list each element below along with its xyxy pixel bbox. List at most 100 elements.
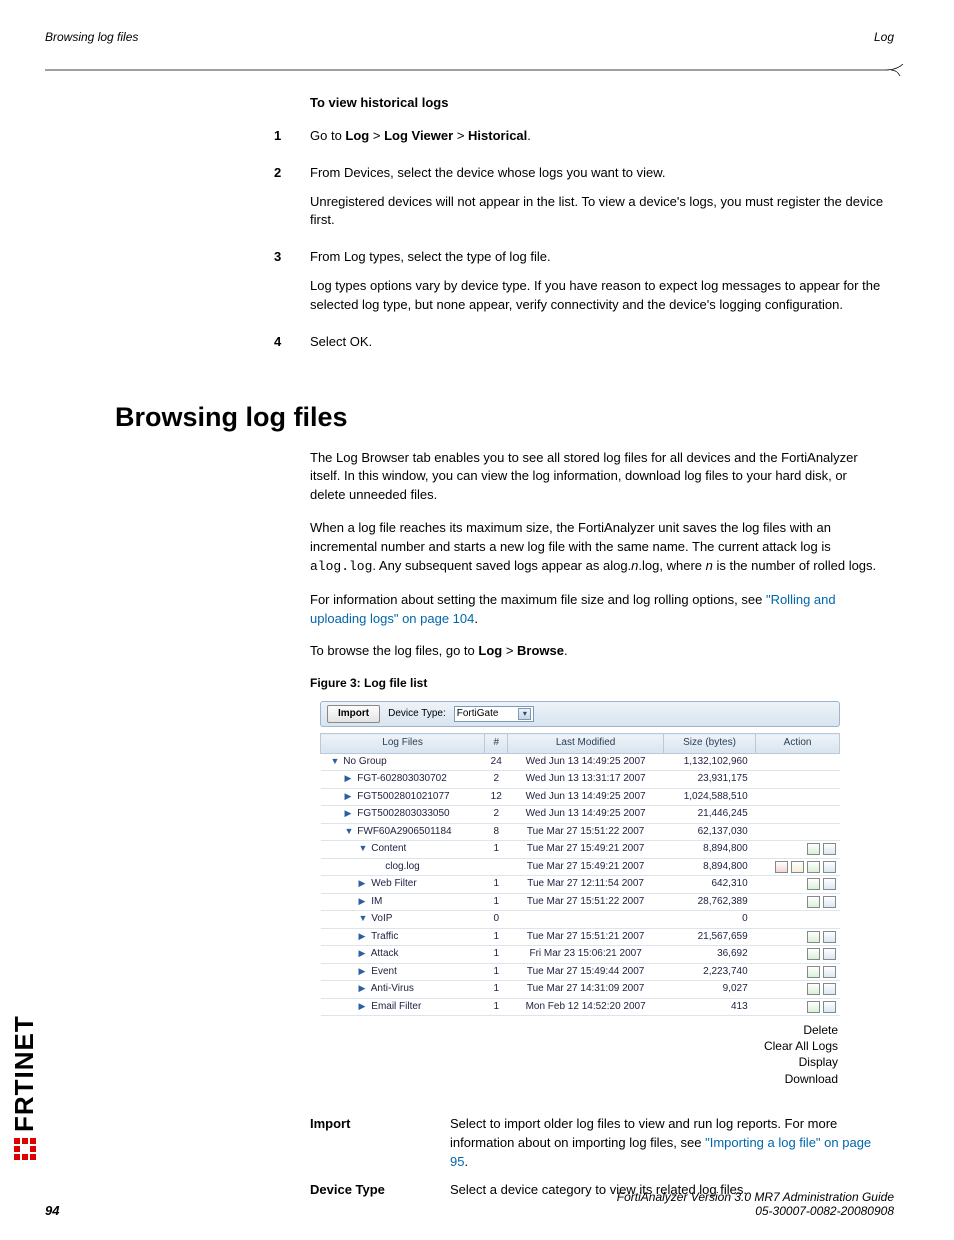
procedure-title-block: To view historical logs [310,94,884,113]
row-size: 2,223,740 [663,963,755,981]
table-row[interactable]: ▶ Traffic1Tue Mar 27 15:51:21 200721,567… [321,928,840,946]
import-button[interactable]: Import [327,705,380,724]
device-type-value: FortiGate [457,707,499,722]
step-body: Select OK. [310,333,884,362]
download-icon[interactable] [823,861,836,873]
row-actions [756,998,840,1016]
caret-right-icon[interactable]: ▶ [359,965,369,978]
row-name: FGT5002803033050 [355,808,450,819]
row-actions [756,753,840,771]
row-name: Attack [369,948,399,959]
display-icon[interactable] [807,966,820,978]
row-date [508,911,664,929]
row-count: 8 [485,823,508,841]
table-row[interactable]: ▶ IM1Tue Mar 27 15:51:22 200728,762,389 [321,893,840,911]
download-icon[interactable] [823,983,836,995]
step-body: Go to Log > Log Viewer > Historical. [310,127,884,156]
device-type-select[interactable]: FortiGate ▾ [454,706,535,722]
download-icon[interactable] [823,1001,836,1013]
download-icon[interactable] [823,966,836,978]
table-row[interactable]: ▶ FGT-6028030307022Wed Jun 13 13:31:17 2… [321,771,840,789]
column-header[interactable]: Last Modified [508,734,664,754]
row-count: 1 [485,963,508,981]
step-paragraph: Select OK. [310,333,884,352]
clear-icon[interactable] [791,861,804,873]
column-header[interactable]: Log Files [321,734,485,754]
table-row[interactable]: ▼ VoIP00 [321,911,840,929]
caret-down-icon[interactable]: ▼ [331,755,341,768]
step-number: 1 [270,127,310,156]
caret-right-icon[interactable]: ▶ [345,790,355,803]
row-size: 413 [663,998,755,1016]
row-count: 2 [485,806,508,824]
download-icon[interactable] [823,878,836,890]
display-icon[interactable] [807,1001,820,1013]
table-row[interactable]: ▶ FGT500280102107712Wed Jun 13 14:49:25 … [321,788,840,806]
caret-right-icon[interactable]: ▶ [359,877,369,890]
caret-right-icon[interactable]: ▶ [359,930,369,943]
running-header: Browsing log files Log [45,30,894,48]
row-count: 12 [485,788,508,806]
row-count: 2 [485,771,508,789]
download-icon[interactable] [823,948,836,960]
delete-icon[interactable] [775,861,788,873]
caret-down-icon[interactable]: ▼ [359,912,369,925]
row-date: Tue Mar 27 15:51:22 2007 [508,823,664,841]
table-row[interactable]: ▶ Anti-Virus1Tue Mar 27 14:31:09 20079,0… [321,981,840,999]
caret-right-icon[interactable]: ▶ [359,947,369,960]
row-date: Tue Mar 27 15:51:22 2007 [508,893,664,911]
step-paragraph: From Log types, select the type of log f… [310,248,884,267]
display-icon[interactable] [807,896,820,908]
row-name: VoIP [369,913,393,924]
caret-right-icon[interactable]: ▶ [359,982,369,995]
row-name: Web Filter [369,878,417,889]
download-icon[interactable] [823,843,836,855]
table-row[interactable]: ▶ Email Filter1Mon Feb 12 14:52:20 20074… [321,998,840,1016]
table-row[interactable]: ▶ Web Filter1Tue Mar 27 12:11:54 2007642… [321,876,840,894]
row-count [485,858,508,876]
logo-text: RTINET [9,1015,39,1115]
caret-right-icon[interactable]: ▶ [359,895,369,908]
table-row[interactable]: ▶ FGT50028030330502Wed Jun 13 14:49:25 2… [321,806,840,824]
definition-body: Select to import older log files to view… [450,1115,884,1172]
procedure-title: To view historical logs [310,94,884,113]
row-count: 24 [485,753,508,771]
table-row[interactable]: ▶ Attack1Fri Mar 23 15:06:21 200736,692 [321,946,840,964]
row-name: No Group [341,756,387,767]
display-icon[interactable] [807,843,820,855]
row-actions [756,963,840,981]
row-date: Wed Jun 13 13:31:17 2007 [508,771,664,789]
display-icon[interactable] [807,948,820,960]
download-icon[interactable] [823,931,836,943]
column-header[interactable]: # [485,734,508,754]
row-date: Tue Mar 27 15:49:21 2007 [508,841,664,859]
step-paragraph: Unregistered devices will not appear in … [310,193,884,231]
step-body: From Devices, select the device whose lo… [310,164,884,241]
table-row[interactable]: ▼ Content1Tue Mar 27 15:49:21 20078,894,… [321,841,840,859]
caret-down-icon[interactable]: ▼ [345,825,355,838]
caret-right-icon[interactable]: ▶ [345,772,355,785]
row-actions [756,771,840,789]
caret-right-icon[interactable]: ▶ [345,807,355,820]
table-row[interactable]: ▼ No Group24Wed Jun 13 14:49:25 20071,13… [321,753,840,771]
display-icon[interactable] [807,861,820,873]
caret-down-icon[interactable]: ▼ [359,842,369,855]
caret-right-icon[interactable]: ▶ [359,1000,369,1013]
display-icon[interactable] [807,983,820,995]
row-size: 0 [663,911,755,929]
row-date: Tue Mar 27 15:51:21 2007 [508,928,664,946]
row-date: Fri Mar 23 15:06:21 2007 [508,946,664,964]
download-icon[interactable] [823,896,836,908]
row-actions [756,841,840,859]
logo-mark-icon [14,1138,36,1160]
table-row[interactable]: clog.logTue Mar 27 15:49:21 20078,894,80… [321,858,840,876]
column-header[interactable]: Action [756,734,840,754]
row-date: Mon Feb 12 14:52:20 2007 [508,998,664,1016]
display-icon[interactable] [807,931,820,943]
display-icon[interactable] [807,878,820,890]
table-row[interactable]: ▶ Event1Tue Mar 27 15:49:44 20072,223,74… [321,963,840,981]
column-header[interactable]: Size (bytes) [663,734,755,754]
table-row[interactable]: ▼ FWF60A29065011848Tue Mar 27 15:51:22 2… [321,823,840,841]
row-date: Tue Mar 27 15:49:21 2007 [508,858,664,876]
row-size: 9,027 [663,981,755,999]
